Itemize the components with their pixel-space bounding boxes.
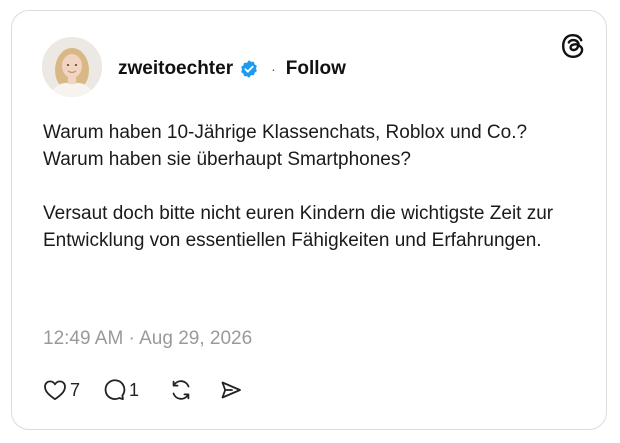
like-count: 7 [70,379,81,400]
post-paragraph: Versaut doch bitte nicht euren Kindern d… [43,203,554,251]
header-separator: · [271,61,276,77]
like-button[interactable]: 7 [43,379,80,401]
share-button[interactable] [219,378,243,402]
avatar[interactable] [42,37,102,97]
username[interactable]: zweitoechter [118,58,233,80]
verified-badge-icon [239,59,259,79]
comment-icon [104,379,126,400]
post-body: Warum haben 10-Jährige Klassenchats, Rob… [43,119,588,254]
heart-icon [44,380,66,401]
reply-count: 1 [129,379,140,400]
post-header: zweitoechter · Follow [118,55,346,83]
send-icon [221,381,241,399]
reply-button[interactable]: 1 [102,378,139,402]
action-bar: 7 1 [43,375,243,405]
repost-icon [172,380,190,400]
profile-photo [42,37,102,97]
post-timestamp[interactable]: 12:49 AM · Aug 29, 2026 [43,328,252,350]
post-paragraph: Warum haben 10-Jährige Klassenchats, Rob… [43,122,528,170]
threads-post-card: zweitoechter · Follow Warum haben 10-Jäh… [11,10,607,430]
threads-logo-icon[interactable] [560,33,586,59]
follow-button[interactable]: Follow [286,58,346,80]
repost-button[interactable] [169,378,193,402]
